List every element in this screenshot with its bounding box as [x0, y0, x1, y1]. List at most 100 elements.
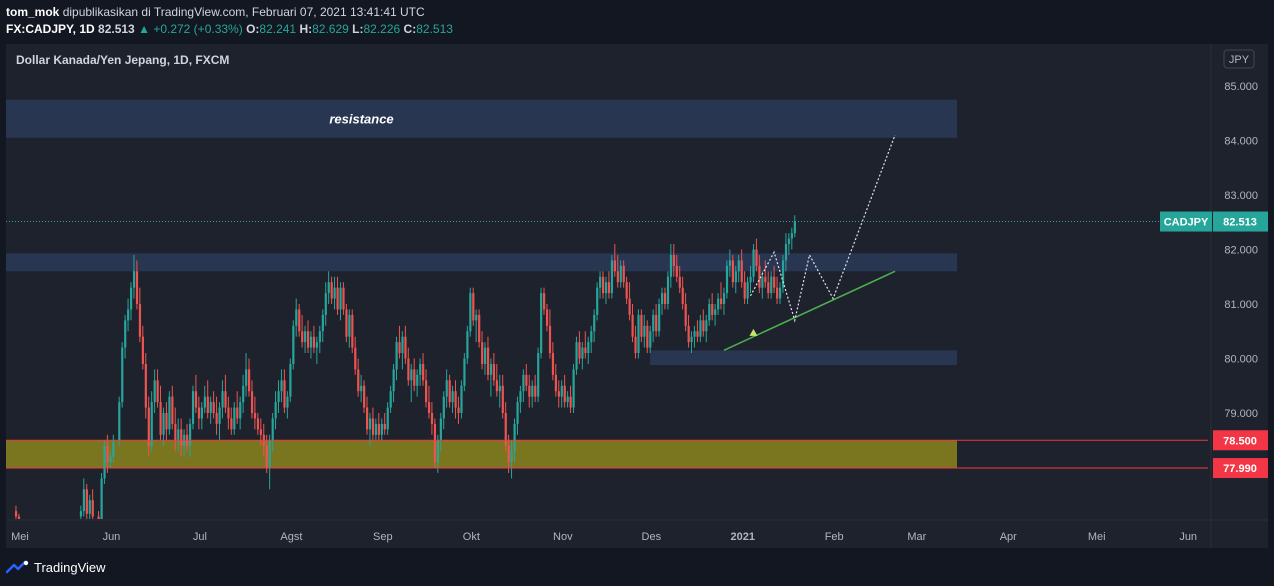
candle-body — [672, 254, 675, 266]
candle-body — [728, 260, 732, 266]
candle-body — [602, 276, 605, 294]
candle-body — [398, 342, 401, 354]
tradingview-icon — [6, 560, 29, 574]
candle-body — [563, 385, 566, 403]
candle-body — [253, 413, 257, 419]
candle-body — [481, 342, 484, 364]
time-tick-label: Nov — [553, 531, 573, 543]
symbol-badge-label: CADJPY — [1164, 217, 1209, 229]
candle-body — [457, 407, 460, 413]
candle-body — [156, 380, 159, 403]
footer: TradingView — [0, 550, 1274, 586]
candle-body — [587, 342, 590, 354]
candle-body — [106, 445, 109, 463]
candle-body — [318, 331, 321, 343]
candlestick-chart[interactable]: resistance 85.000 84.000 83.000 82.000 81.00… — [0, 42, 1274, 550]
candle-body — [708, 304, 711, 321]
candle-body — [427, 402, 431, 413]
change-value: +0.272 (+0.33%) — [153, 22, 243, 36]
candle-body — [652, 314, 655, 332]
candle-body — [380, 423, 383, 435]
symbol-label: FX:CADJPY, 1D — [6, 22, 95, 36]
candle-body — [590, 331, 593, 343]
candle-body — [357, 369, 360, 392]
candle-body — [445, 380, 448, 397]
candle-body — [519, 391, 522, 403]
candle-body — [548, 325, 552, 354]
candle-body — [17, 516, 21, 519]
candle-body — [289, 363, 292, 397]
candle-body — [764, 276, 767, 283]
candle-body — [599, 276, 602, 288]
candle-body — [292, 325, 295, 364]
chart-header: tom_mok dipublikasikan di TradingView.co… — [0, 0, 1274, 42]
candle-body — [528, 385, 531, 397]
candle-body — [637, 314, 640, 354]
candle-body — [489, 363, 493, 375]
candle-body — [203, 396, 206, 408]
candle-body — [239, 402, 242, 419]
last-value: 82.513 — [98, 22, 135, 36]
author-name[interactable]: tom_mok — [6, 5, 59, 19]
change-arrow-icon: ▲ — [138, 22, 150, 36]
candle-body — [286, 396, 289, 408]
candle-body — [271, 418, 274, 441]
currency-label: JPY — [1229, 54, 1250, 66]
candle-body — [259, 429, 262, 435]
candle-body — [675, 265, 678, 277]
low-value: 82.226 — [363, 22, 401, 36]
candle-body — [752, 249, 755, 277]
candle-body — [236, 407, 239, 419]
candle-body — [121, 347, 124, 403]
candle-body — [283, 380, 286, 408]
candle-body — [200, 407, 203, 419]
candle-body — [165, 413, 168, 430]
candle-body — [510, 451, 513, 463]
candle-body — [159, 402, 162, 435]
candle-body — [218, 407, 221, 424]
candle-body — [419, 363, 422, 375]
candle-body — [442, 396, 445, 419]
candle-body — [410, 369, 413, 381]
candle-body — [339, 287, 342, 310]
time-tick-label: Mar — [907, 531, 926, 543]
candle-body — [634, 336, 637, 354]
candle-body — [566, 396, 569, 403]
candle-body — [690, 336, 693, 343]
candle-body — [242, 385, 245, 403]
candle-body — [631, 314, 634, 337]
candle-body — [212, 402, 215, 413]
candle-body — [596, 287, 599, 315]
candle-body — [168, 396, 171, 430]
candle-body — [663, 293, 667, 304]
candle-body — [486, 347, 490, 375]
candle-body — [324, 293, 327, 315]
last-price-badge-label: 82.513 — [1223, 217, 1257, 229]
candle-body — [250, 391, 254, 413]
candle-body — [233, 407, 236, 430]
candle-body — [132, 271, 136, 288]
candle-body — [531, 385, 534, 397]
candle-body — [413, 369, 416, 386]
candle-body — [498, 385, 501, 392]
candle-body — [321, 314, 324, 332]
time-tick-label: Feb — [825, 531, 844, 543]
candle-body — [478, 314, 481, 343]
candle-body — [366, 407, 369, 430]
candle-body — [522, 374, 525, 392]
candle-body — [784, 244, 788, 261]
candle-body — [191, 391, 195, 424]
candle-body — [401, 336, 404, 354]
price-tick-label: 83.000 — [1224, 190, 1258, 202]
candle-body — [560, 385, 563, 397]
tradingview-logo[interactable]: TradingView — [6, 559, 106, 575]
price-tick-label: 79.000 — [1224, 408, 1258, 420]
ohlc-line: FX:CADJPY, 1D 82.513 ▲ +0.272 (+0.33%) O… — [6, 22, 453, 36]
candle-body — [693, 331, 696, 337]
candle-body — [177, 429, 180, 441]
publish-info: dipublikasikan di TradingView.com, Febru… — [62, 5, 425, 19]
candle-body — [749, 276, 752, 283]
candle-body — [392, 369, 395, 392]
candle-body — [604, 282, 608, 294]
candle-body — [315, 342, 319, 348]
